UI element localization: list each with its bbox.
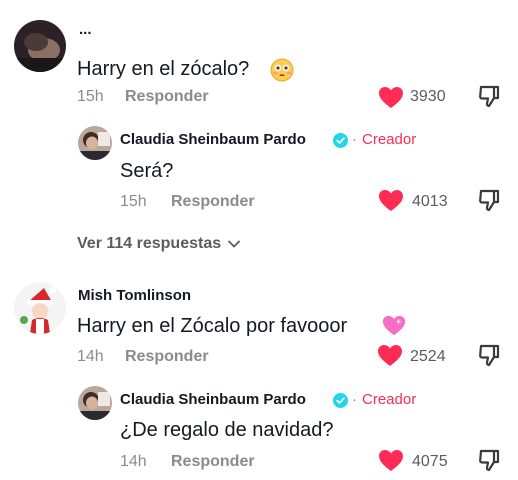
thumbs-down-icon[interactable] — [477, 448, 501, 472]
thumbs-down-icon[interactable] — [477, 84, 501, 108]
separator-dot: · — [352, 391, 357, 408]
creator-label: Creador — [362, 391, 417, 408]
like-count: 3930 — [410, 88, 446, 105]
reply-button[interactable]: Responder — [171, 453, 255, 471]
avatar[interactable] — [14, 282, 66, 334]
creator-badge: · Creador — [350, 391, 416, 408]
reply-avatar[interactable] — [78, 386, 112, 420]
chevron-down-icon — [227, 240, 241, 248]
comment-username[interactable]: Mish Tomlinson — [78, 287, 191, 304]
like-count: 2524 — [410, 348, 446, 365]
creator-label: Creador — [362, 131, 417, 148]
reply-text: ¿De regalo de navidad? — [120, 419, 334, 441]
view-replies-link[interactable]: Ver 114 respuestas — [77, 235, 241, 253]
comment-username[interactable]: ... — [79, 21, 92, 38]
reply-time: 14h — [120, 453, 147, 470]
heart-icon[interactable] — [378, 86, 404, 110]
heart-icon[interactable] — [378, 449, 404, 473]
reply-username[interactable]: Claudia Sheinbaum Pardo — [120, 131, 306, 148]
heart-icon[interactable] — [378, 189, 404, 213]
like-count: 4075 — [412, 453, 448, 470]
reply-avatar[interactable] — [78, 126, 112, 160]
creator-badge: · Creador — [350, 131, 416, 148]
reply-time: 15h — [120, 193, 147, 210]
separator-dot: · — [352, 131, 357, 148]
thumbs-down-icon[interactable] — [477, 188, 501, 212]
avatar[interactable] — [14, 20, 66, 72]
view-replies-label: Ver 114 respuestas — [77, 235, 222, 252]
flushed-face-icon — [270, 58, 294, 82]
comment-text: Harry en el Zócalo por favooor — [77, 315, 348, 337]
thumbs-down-icon[interactable] — [477, 343, 501, 367]
comment-time: 15h — [77, 88, 104, 105]
reply-text: Será? — [120, 160, 174, 182]
reply-button[interactable]: Responder — [171, 193, 255, 211]
comment-text: Harry en el zócalo? — [77, 58, 250, 80]
like-count: 4013 — [412, 193, 448, 210]
comment-time: 14h — [77, 348, 104, 365]
pink-heart-icon — [382, 315, 406, 336]
reply-button[interactable]: Responder — [125, 348, 209, 366]
verified-icon — [333, 393, 348, 408]
reply-username[interactable]: Claudia Sheinbaum Pardo — [120, 391, 306, 408]
heart-icon[interactable] — [377, 344, 403, 368]
reply-button[interactable]: Responder — [125, 88, 209, 106]
verified-icon — [333, 133, 348, 148]
